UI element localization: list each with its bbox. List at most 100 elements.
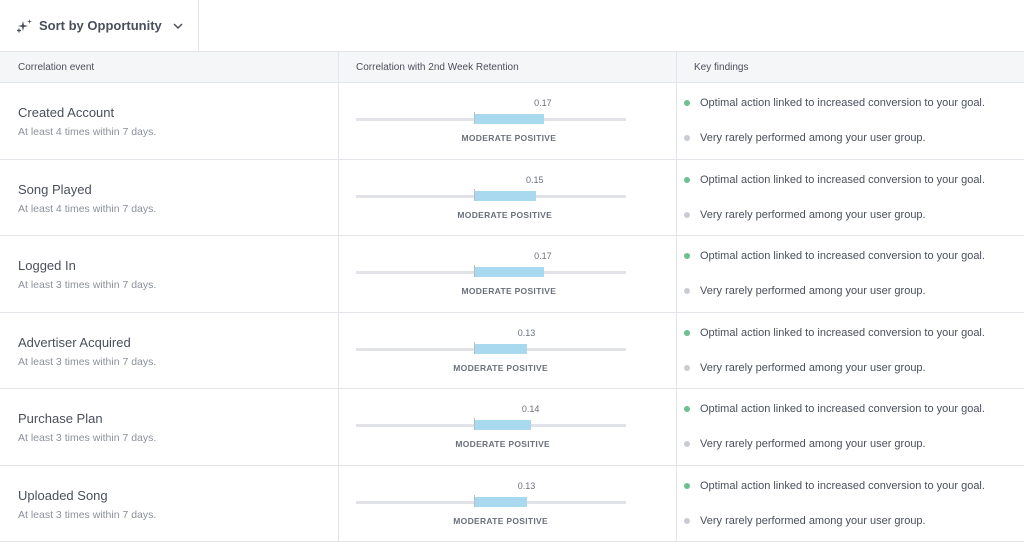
- correlation-value: 0.14: [521, 404, 540, 414]
- findings-cell: Optimal action linked to increased conve…: [677, 389, 1024, 465]
- table-row[interactable]: Song Played At least 4 times within 7 da…: [0, 159, 1024, 236]
- table-row[interactable]: Created Account At least 4 times within …: [0, 83, 1024, 160]
- finding-text: Optimal action linked to increased conve…: [700, 97, 985, 109]
- status-dot: [684, 329, 690, 336]
- table-header: Correlation event Correlation with 2nd W…: [0, 52, 1024, 83]
- header-correlation-retention: Correlation with 2nd Week Retention: [339, 52, 677, 82]
- zero-marker: [474, 494, 475, 507]
- correlation-value: 0.17: [534, 251, 552, 261]
- findings-cell: Optimal action linked to increased conve…: [677, 160, 1024, 236]
- finding-item: Optimal action linked to increased conve…: [684, 402, 990, 416]
- status-dot: [684, 364, 690, 371]
- correlation-cell: 0.13 MODERATE POSITIVE: [339, 465, 677, 541]
- correlation-bar: [474, 267, 544, 277]
- finding-item: Optimal action linked to increased conve…: [684, 96, 990, 110]
- finding-item: Optimal action linked to increased conve…: [684, 173, 990, 187]
- status-dot: [684, 135, 690, 141]
- zero-marker: [474, 418, 475, 430]
- correlation-category: MODERATE POSITIVE: [453, 515, 548, 526]
- sparkle-icon: [16, 17, 34, 35]
- header-correlation-event: Correlation event: [0, 52, 339, 82]
- status-dot: [684, 100, 690, 106]
- correlation-bar: [474, 190, 536, 201]
- event-frequency: At least 3 times within 7 days.: [18, 432, 157, 444]
- finding-text: Very rarely performed among your user gr…: [700, 132, 926, 144]
- correlation-cell: 0.17 MODERATE POSITIVE: [339, 83, 677, 159]
- correlation-bar: [474, 496, 528, 507]
- finding-text: Optimal action linked to increased conve…: [700, 479, 985, 492]
- zero-marker: [474, 341, 475, 354]
- finding-item: Optimal action linked to increased conve…: [684, 479, 990, 493]
- correlation-value: 0.13: [517, 327, 536, 338]
- event-cell: Created Account At least 4 times within …: [0, 83, 339, 159]
- finding-text: Very rarely performed among your user gr…: [700, 438, 926, 450]
- status-dot: [684, 517, 690, 524]
- table-row[interactable]: Logged In At least 3 times within 7 days…: [0, 236, 1024, 313]
- correlation-cell: 0.14 MODERATE POSITIVE: [339, 389, 677, 465]
- finding-text: Optimal action linked to increased conve…: [700, 326, 985, 339]
- finding-item: Optimal action linked to increased conve…: [684, 249, 990, 263]
- finding-text: Optimal action linked to increased conve…: [700, 173, 985, 186]
- table-row[interactable]: Uploaded Song At least 3 times within 7 …: [0, 465, 1024, 542]
- sort-dropdown-button[interactable]: Sort by Opportunity: [0, 0, 199, 51]
- status-dot: [684, 406, 690, 412]
- correlation-cell: 0.15 MODERATE POSITIVE: [339, 159, 677, 235]
- status-dot: [684, 253, 690, 259]
- finding-text: Very rarely performed among your user gr…: [700, 361, 926, 374]
- finding-text: Very rarely performed among your user gr…: [700, 285, 926, 297]
- correlation-value: 0.17: [534, 98, 552, 108]
- correlation-bar: [474, 343, 528, 354]
- findings-cell: Optimal action linked to increased conve…: [677, 236, 1024, 312]
- correlation-value: 0.15: [525, 174, 544, 185]
- event-name: Uploaded Song: [18, 487, 108, 503]
- event-name: Song Played: [18, 181, 92, 197]
- status-dot: [684, 441, 690, 447]
- correlation-category: MODERATE POSITIVE: [461, 286, 557, 296]
- header-key-findings: Key findings: [694, 61, 749, 73]
- event-name: Created Account: [18, 105, 115, 120]
- event-frequency: At least 4 times within 7 days.: [18, 126, 157, 138]
- event-cell: Uploaded Song At least 3 times within 7 …: [0, 465, 339, 541]
- finding-text: Optimal action linked to increased conve…: [700, 250, 985, 262]
- event-name: Purchase Plan: [18, 411, 103, 426]
- finding-text: Very rarely performed among your user gr…: [700, 208, 926, 221]
- toolbar: Sort by Opportunity: [0, 0, 1024, 52]
- event-name: Advertiser Acquired: [18, 334, 131, 350]
- findings-cell: Optimal action linked to increased conve…: [677, 313, 1024, 389]
- event-frequency: At least 3 times within 7 days.: [18, 279, 157, 291]
- finding-item: Very rarely performed among your user gr…: [684, 437, 990, 451]
- status-dot: [684, 176, 690, 183]
- correlation-category: MODERATE POSITIVE: [457, 209, 553, 220]
- table-row[interactable]: Advertiser Acquired At least 3 times wit…: [0, 312, 1024, 389]
- chevron-down-icon: [172, 20, 184, 32]
- correlation-bar: [474, 420, 532, 430]
- event-frequency: At least 3 times within 7 days.: [18, 355, 157, 368]
- event-frequency: At least 3 times within 7 days.: [18, 508, 157, 521]
- status-dot: [684, 482, 690, 489]
- correlation-category: MODERATE POSITIVE: [453, 362, 548, 373]
- findings-cell: Optimal action linked to increased conve…: [677, 466, 1024, 542]
- event-cell: Purchase Plan At least 3 times within 7 …: [0, 389, 339, 465]
- table-row[interactable]: Purchase Plan At least 3 times within 7 …: [0, 389, 1024, 466]
- finding-text: Very rarely performed among your user gr…: [700, 514, 926, 527]
- correlation-cell: 0.13 MODERATE POSITIVE: [339, 312, 677, 388]
- correlation-category: MODERATE POSITIVE: [461, 133, 557, 143]
- status-dot: [684, 288, 690, 294]
- correlation-value: 0.13: [517, 480, 536, 491]
- finding-item: Optimal action linked to increased conve…: [684, 326, 990, 340]
- status-dot: [684, 211, 690, 218]
- table-body: Created Account At least 4 times within …: [0, 83, 1024, 542]
- sort-label: Sort by Opportunity: [39, 18, 162, 33]
- zero-marker: [474, 112, 475, 124]
- event-frequency: At least 4 times within 7 days.: [18, 202, 157, 215]
- correlation-category: MODERATE POSITIVE: [455, 439, 551, 449]
- zero-marker: [474, 188, 475, 201]
- finding-item: Very rarely performed among your user gr…: [684, 361, 990, 375]
- finding-item: Very rarely performed among your user gr…: [684, 131, 990, 145]
- event-name: Logged In: [18, 258, 76, 273]
- finding-text: Optimal action linked to increased conve…: [700, 403, 985, 415]
- finding-item: Very rarely performed among your user gr…: [684, 208, 990, 222]
- findings-cell: Optimal action linked to increased conve…: [677, 83, 1024, 159]
- event-cell: Song Played At least 4 times within 7 da…: [0, 159, 339, 235]
- event-cell: Logged In At least 3 times within 7 days…: [0, 236, 339, 312]
